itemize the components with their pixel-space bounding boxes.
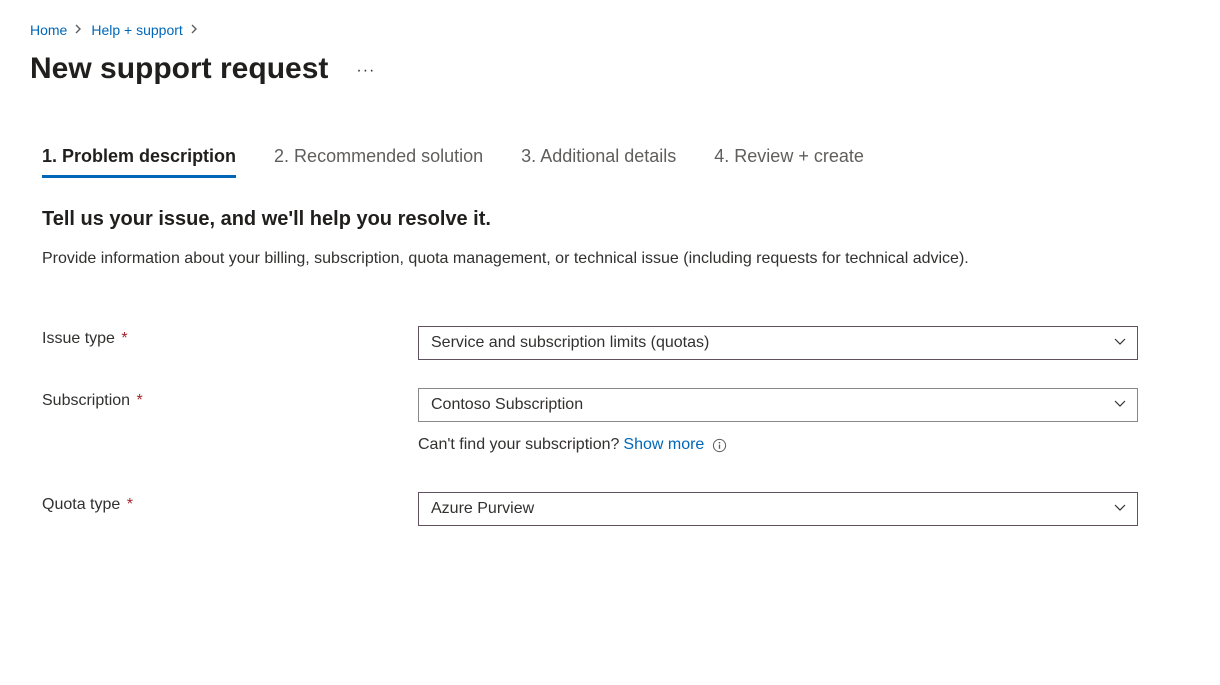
breadcrumb-help-support[interactable]: Help + support <box>91 22 182 38</box>
chevron-down-icon <box>1113 396 1127 414</box>
chevron-down-icon <box>1113 500 1127 518</box>
quota-type-value: Azure Purview <box>431 500 534 518</box>
section-subtext: Provide information about your billing, … <box>42 247 1142 270</box>
show-more-link[interactable]: Show more <box>623 436 704 454</box>
subscription-label: Subscription * <box>42 388 418 410</box>
wizard-tabs: 1. Problem description 2. Recommended so… <box>42 146 1190 178</box>
tab-review-create[interactable]: 4. Review + create <box>714 146 864 178</box>
tab-recommended-solution[interactable]: 2. Recommended solution <box>274 146 483 178</box>
quota-type-label: Quota type * <box>42 492 418 514</box>
quota-type-dropdown[interactable]: Azure Purview <box>418 492 1138 526</box>
issue-type-label: Issue type * <box>42 326 418 348</box>
breadcrumb-home[interactable]: Home <box>30 22 67 38</box>
required-indicator: * <box>132 392 143 409</box>
required-indicator: * <box>122 496 133 513</box>
page-title: New support request <box>30 52 328 86</box>
issue-type-value: Service and subscription limits (quotas) <box>431 334 709 352</box>
subscription-helper: Can't find your subscription? Show more <box>418 436 1138 454</box>
chevron-right-icon <box>191 23 199 37</box>
issue-type-dropdown[interactable]: Service and subscription limits (quotas) <box>418 326 1138 360</box>
tab-problem-description[interactable]: 1. Problem description <box>42 146 236 178</box>
required-indicator: * <box>117 330 128 347</box>
breadcrumb: Home Help + support <box>30 22 1190 38</box>
section-heading: Tell us your issue, and we'll help you r… <box>42 208 1190 231</box>
chevron-down-icon <box>1113 334 1127 352</box>
chevron-right-icon <box>75 23 83 37</box>
info-icon[interactable] <box>712 438 727 453</box>
more-actions-button[interactable]: ··· <box>350 60 381 82</box>
tab-additional-details[interactable]: 3. Additional details <box>521 146 676 178</box>
subscription-value: Contoso Subscription <box>431 396 583 414</box>
subscription-dropdown[interactable]: Contoso Subscription <box>418 388 1138 422</box>
